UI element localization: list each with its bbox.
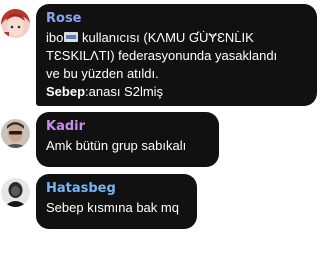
kadir-avatar[interactable] bbox=[1, 119, 30, 148]
message-line-3: ve bu yüzden atıldı. bbox=[46, 66, 159, 81]
hatasbeg-avatar[interactable] bbox=[1, 178, 30, 207]
message-bubble: Rose ibo kullanıcısı (KΛMU ƓU̇ɎƐNL̇IK TƐ… bbox=[36, 4, 317, 106]
sender-name[interactable]: Kadir bbox=[46, 118, 209, 135]
message-text: Sebep kısmına bak mq bbox=[46, 200, 179, 215]
reason-value: :anası S2lmiş bbox=[85, 84, 164, 99]
message-text: Amk bütün grup sabıkalı bbox=[46, 138, 187, 153]
message-bubble: Hatasbeg Sebep kısmına bak mq bbox=[36, 174, 197, 229]
reason-label: Sebep bbox=[46, 84, 86, 99]
sender-name[interactable]: Hatasbeg bbox=[46, 180, 187, 197]
message-line-1: kullanıcısı (KΛMU ƓU̇ɎƐNL̇IK bbox=[78, 30, 254, 45]
rose-avatar[interactable] bbox=[1, 9, 30, 38]
message-bubble: Kadir Amk bütün grup sabıkalı bbox=[36, 112, 219, 167]
sender-name[interactable]: Rose bbox=[46, 10, 307, 27]
ibo-mention[interactable]: ibo bbox=[46, 30, 63, 45]
message-line-2: TƐSKILΛTI) federasyonunda yasaklandı bbox=[46, 48, 278, 63]
message-text: ibo kullanıcısı (KΛMU ƓU̇ɎƐNL̇IK TƐSKILΛ… bbox=[46, 29, 307, 101]
flag-icon bbox=[64, 32, 79, 42]
